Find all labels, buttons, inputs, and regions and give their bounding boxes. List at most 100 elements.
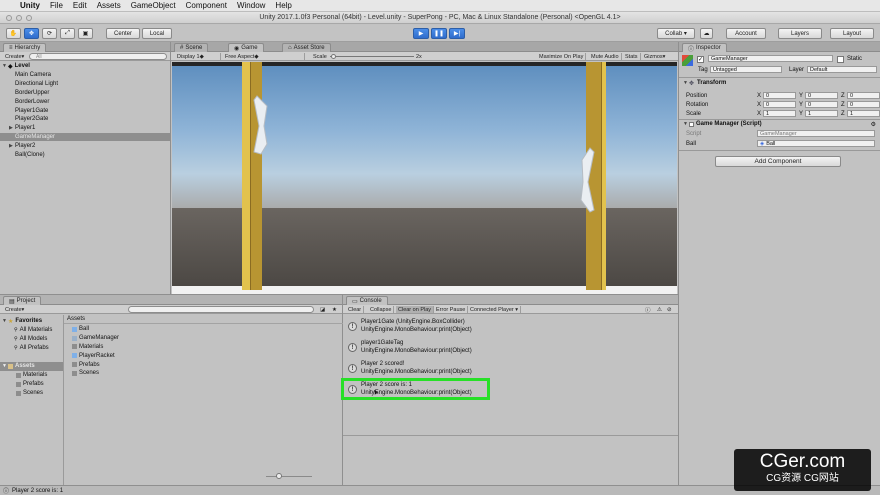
favorite-item[interactable]: ⚲ All Materials (0, 326, 63, 335)
component-settings-icon[interactable]: ⚙ (871, 121, 876, 128)
transform-position-y-input[interactable]: 0 (805, 92, 838, 99)
gameobject-icon[interactable] (682, 55, 693, 66)
stats-toggle[interactable]: Stats (623, 53, 641, 60)
menu-window[interactable]: Window (237, 1, 265, 10)
asset-item[interactable]: Materials (64, 343, 343, 352)
gizmos-dropdown[interactable]: Gizmos ▾ (642, 53, 667, 60)
rotate-tool-button[interactable]: ⟳ (42, 28, 57, 39)
menu-assets[interactable]: Assets (97, 1, 121, 10)
console-split-divider[interactable] (343, 435, 678, 436)
account-dropdown[interactable]: Account (726, 28, 766, 39)
collab-button[interactable]: Collab ▾ (657, 28, 695, 39)
transform-rotation-y-input[interactable]: 0 (805, 101, 838, 108)
maximize-on-play-toggle[interactable]: Maximize On Play (537, 53, 587, 60)
cloud-button[interactable]: ☁ (700, 28, 713, 39)
pivot-center-toggle[interactable]: Center (106, 28, 140, 39)
play-button[interactable]: ▶ (413, 28, 429, 39)
transform-rotation-z-input[interactable]: 0 (847, 101, 880, 108)
favorite-item[interactable]: ⚲ All Prefabs (0, 344, 63, 353)
zoom-window-button[interactable] (26, 15, 32, 21)
transform-position-x-input[interactable]: 0 (763, 92, 796, 99)
console-error-pause-button[interactable]: Error Pause (434, 306, 469, 313)
add-component-button[interactable]: Add Component (715, 156, 841, 167)
asset-item[interactable]: Scenes (64, 369, 343, 378)
scale-slider-thumb[interactable] (331, 54, 336, 59)
asset-item[interactable]: Prefabs (64, 360, 343, 369)
tab-hierarchy[interactable]: ≡ Hierarchy (3, 43, 47, 52)
console-warning-count-icon[interactable]: ⚠ (655, 306, 664, 313)
layout-dropdown[interactable]: Layout (830, 28, 874, 39)
transform-position-z-input[interactable]: 0 (847, 92, 880, 99)
static-checkbox[interactable] (837, 56, 844, 63)
active-checkbox[interactable]: ✓ (697, 56, 704, 63)
hierarchy-item[interactable]: Directional Light (0, 80, 170, 89)
hierarchy-item[interactable]: Main Camera (0, 71, 170, 80)
tab-console[interactable]: ▭ Console (346, 296, 388, 305)
component-enabled-checkbox[interactable] (689, 121, 694, 127)
scale-tool-button[interactable]: ⤢ (60, 28, 75, 39)
hierarchy-item[interactable]: BorderUpper (0, 89, 170, 98)
hand-tool-button[interactable]: ✋ (6, 28, 21, 39)
zoom-slider[interactable] (266, 476, 312, 477)
console-info-count-icon[interactable]: ⓘ (643, 306, 653, 314)
hierarchy-item[interactable]: BorderLower (0, 97, 170, 106)
asset-item[interactable]: GameManager (64, 334, 343, 343)
console-log-entry[interactable]: ! player1GateTag UnityEngine.MonoBehaviour… (343, 338, 678, 359)
transform-scale-x-input[interactable]: 1 (763, 110, 796, 117)
tab-game[interactable]: ◉ Game (228, 43, 264, 52)
hierarchy-item[interactable]: Player1Gate (0, 106, 170, 115)
close-window-button[interactable] (6, 15, 12, 21)
rect-tool-button[interactable]: ▣ (78, 28, 93, 39)
gameobject-name-field[interactable]: GameManager (708, 55, 833, 62)
transform-scale-y-input[interactable]: 1 (805, 110, 838, 117)
mute-audio-toggle[interactable]: Mute Audio (589, 53, 622, 60)
status-text[interactable]: Player 2 score is: 1 (12, 488, 63, 494)
minimize-window-button[interactable] (16, 15, 22, 21)
favorites-row[interactable]: ▼ ★ Favorites (0, 317, 63, 326)
hierarchy-item[interactable]: ▶ Player2 (0, 141, 170, 150)
step-button[interactable]: ▶| (449, 28, 465, 39)
menu-gameobject[interactable]: GameObject (131, 1, 176, 10)
zoom-slider-thumb[interactable] (276, 473, 282, 479)
script-component-header[interactable]: ▼ Game Manager (Script) ⚙ (679, 120, 880, 129)
display-dropdown[interactable]: Display 1 ◆ (175, 53, 221, 60)
console-error-count-icon[interactable]: ⊘ (665, 306, 674, 313)
console-clear-on-play-button[interactable]: Clear on Play (396, 306, 435, 313)
project-search-input[interactable] (128, 306, 314, 313)
breadcrumb-assets[interactable]: Assets (67, 316, 85, 322)
pause-button[interactable]: ❚❚ (431, 28, 447, 39)
hierarchy-item[interactable]: Ball(Clone) (0, 150, 170, 159)
console-log-entry[interactable]: ! Player 2 score is: 1 UnityEngine.MonoBeh… (341, 378, 678, 401)
transform-scale-z-input[interactable]: 1 (847, 110, 880, 117)
tab-inspector[interactable]: ⓘ Inspector (682, 43, 727, 53)
layers-dropdown[interactable]: Layers (778, 28, 822, 39)
project-create-button[interactable]: Create ▾ (3, 306, 26, 313)
asset-folder-item[interactable]: Scenes (0, 389, 63, 398)
filter-icon[interactable]: ◪ (318, 306, 327, 313)
asset-folder-item[interactable]: Materials (0, 371, 63, 380)
menu-edit[interactable]: Edit (73, 1, 87, 10)
menu-help[interactable]: Help (275, 1, 291, 10)
layer-dropdown[interactable]: Default (807, 66, 877, 73)
hierarchy-create-button[interactable]: Create ▾ (3, 53, 26, 60)
hierarchy-search-input[interactable]: All (29, 53, 167, 60)
space-local-toggle[interactable]: Local (142, 28, 172, 39)
hierarchy-item[interactable]: ▶ Player1 (0, 124, 170, 133)
menu-file[interactable]: File (50, 1, 63, 10)
star-icon[interactable]: ★ (330, 306, 339, 313)
scene-root-row[interactable]: ▼ ◆ Level (0, 62, 170, 71)
transform-header[interactable]: ▼ ✥ Transform (679, 79, 880, 88)
hierarchy-item[interactable]: Player2Gate (0, 115, 170, 124)
transform-rotation-x-input[interactable]: 0 (763, 101, 796, 108)
asset-item[interactable]: PlayerRacket (64, 351, 343, 360)
favorite-item[interactable]: ⚲ All Models (0, 335, 63, 344)
scale-slider[interactable] (330, 56, 414, 57)
asset-folder-item[interactable]: Prefabs (0, 380, 63, 389)
tab-asset-store[interactable]: ⌂ Asset Store (282, 43, 331, 52)
connected-player-dropdown[interactable]: Connected Player ▾ (468, 306, 522, 313)
console-collapse-button[interactable]: Collapse (368, 306, 395, 313)
console-log-entry[interactable]: ! Player1Gate (UnityEngine.BoxCollider) Un… (343, 317, 678, 338)
aspect-dropdown[interactable]: Free Aspect ◆ (223, 53, 305, 60)
menu-app[interactable]: Unity (20, 1, 40, 10)
tab-project[interactable]: ▤ Project (3, 296, 42, 305)
